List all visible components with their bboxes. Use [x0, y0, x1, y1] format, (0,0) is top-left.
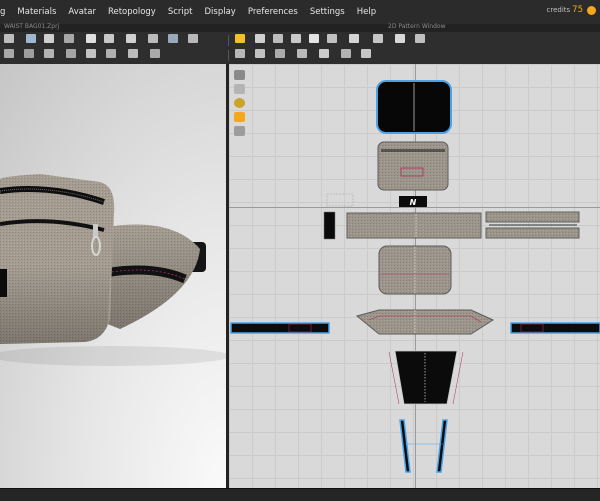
- menu-bar: g Materials Avatar Retopology Script Dis…: [0, 0, 600, 25]
- check-sewing-icon[interactable]: [361, 49, 371, 58]
- ghost-pattern: [326, 193, 354, 207]
- grid-icon[interactable]: [188, 34, 198, 43]
- 2d-pattern-window[interactable]: N: [229, 64, 600, 488]
- credits-value: 75: [572, 5, 583, 15]
- pattern-zipper-strip-1: [485, 211, 580, 223]
- move-icon[interactable]: [44, 34, 54, 43]
- menu-display[interactable]: Display: [199, 7, 242, 17]
- pattern-bottom-strap-left: [399, 419, 411, 473]
- fitting-icon[interactable]: [341, 49, 351, 58]
- pin-icon[interactable]: [26, 34, 36, 43]
- button-icon[interactable]: [86, 49, 96, 58]
- menu-preferences[interactable]: Preferences: [242, 7, 304, 17]
- points-icon[interactable]: [168, 34, 178, 43]
- credits-indicator[interactable]: credits 75: [546, 5, 596, 15]
- pattern-side-toolbar: [234, 70, 246, 140]
- folder-icon[interactable]: [291, 34, 301, 43]
- simulation-icon[interactable]: [4, 49, 14, 58]
- garment-icon[interactable]: [86, 34, 96, 43]
- rotate-icon[interactable]: [64, 34, 74, 43]
- seam-taping-icon[interactable]: [319, 49, 329, 58]
- trace-icon[interactable]: [255, 49, 265, 58]
- pattern-gusset: [346, 212, 482, 239]
- 3d-garment-window[interactable]: [0, 64, 226, 488]
- credits-label: credits: [546, 6, 571, 14]
- toolbar-separator: [228, 50, 229, 61]
- menu-settings[interactable]: Settings: [304, 7, 351, 17]
- polygon-icon[interactable]: [309, 34, 319, 43]
- free-sewing-icon[interactable]: [415, 34, 425, 43]
- transform-pattern-icon[interactable]: [255, 34, 265, 43]
- menu-script[interactable]: Script: [162, 7, 199, 17]
- pattern-window-title: 2D Pattern Window: [388, 23, 446, 30]
- pleat-icon[interactable]: [297, 49, 307, 58]
- info-icon[interactable]: [234, 98, 245, 108]
- rectangle-icon[interactable]: [327, 34, 337, 43]
- status-bar: [0, 488, 600, 501]
- avatar-icon[interactable]: [148, 34, 158, 43]
- select-mesh-icon[interactable]: [4, 34, 14, 43]
- logo-text: N: [410, 198, 417, 207]
- dart-icon[interactable]: [373, 34, 383, 43]
- segment-sewing-icon[interactable]: [395, 34, 405, 43]
- pattern-pieces: N: [230, 80, 600, 473]
- pattern-side-tab: [323, 211, 336, 240]
- brand-label: [0, 269, 7, 297]
- select-icon[interactable]: [234, 84, 245, 94]
- pen-icon[interactable]: [234, 70, 245, 80]
- notch-icon[interactable]: [275, 49, 285, 58]
- pattern-pocket-trapezoid: [394, 350, 458, 405]
- texture-edit-icon[interactable]: [235, 49, 245, 58]
- toolbar: [0, 32, 600, 65]
- zipper-pull: [93, 224, 98, 238]
- toolbar-row-1: [0, 34, 600, 49]
- edit-pattern-icon[interactable]: [235, 34, 245, 43]
- pattern-strap-left: [230, 322, 330, 334]
- waist-bag-render: [0, 174, 226, 366]
- pattern-strap-right: [510, 322, 600, 334]
- layers-icon[interactable]: [234, 126, 245, 136]
- menu-retopology[interactable]: Retopology: [102, 7, 162, 17]
- layer-icon[interactable]: [24, 49, 34, 58]
- puckering-icon[interactable]: [66, 49, 76, 58]
- menu-avatar[interactable]: Avatar: [62, 7, 102, 17]
- edit-curve-icon[interactable]: [273, 34, 283, 43]
- measure-icon[interactable]: [126, 34, 136, 43]
- topstitch-icon[interactable]: [128, 49, 138, 58]
- coin-icon: [587, 5, 596, 15]
- window-title-strip: WAIST BAG01.Zprj 2D Pattern Window: [0, 23, 600, 32]
- pattern-zipper-strip-2: [485, 227, 580, 239]
- toolbar-row-2: [0, 49, 600, 64]
- tuck-icon[interactable]: [44, 49, 54, 58]
- menu-file[interactable]: g: [0, 7, 11, 17]
- zipper-icon[interactable]: [106, 49, 116, 58]
- menu-materials[interactable]: Materials: [11, 7, 62, 17]
- fabric-icon[interactable]: [234, 112, 245, 122]
- toolbar-separator: [228, 35, 229, 46]
- graphic-icon[interactable]: [150, 49, 160, 58]
- internal-shape-icon[interactable]: [349, 34, 359, 43]
- fold-icon[interactable]: [104, 34, 114, 43]
- file-title: WAIST BAG01.Zprj: [4, 23, 60, 30]
- pattern-back-strap-panel: [355, 309, 495, 335]
- pattern-bottom-strap-right: [436, 419, 448, 473]
- menu-help[interactable]: Help: [351, 7, 382, 17]
